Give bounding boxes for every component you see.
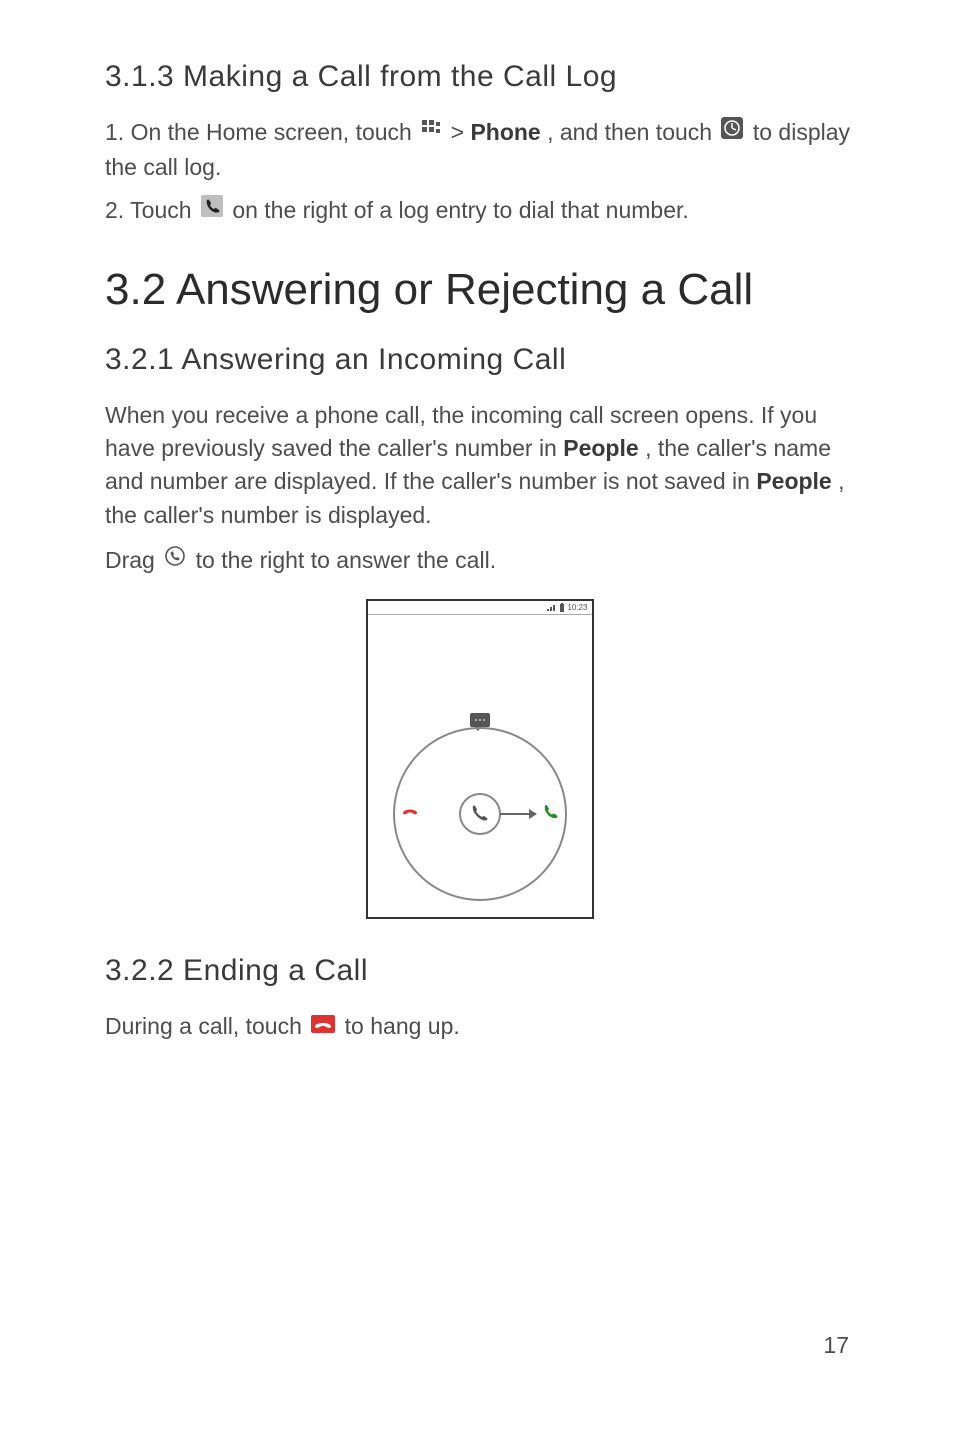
people-label: People [756,468,831,494]
heading-3-2: 3.2 Answering or Rejecting a Call [105,265,854,315]
answer-ring [393,727,567,901]
phone-label: Phone [470,119,540,145]
heading-3-1-3: 3.1.3 Making a Call from the Call Log [105,60,854,94]
drag-arrow-icon [500,813,536,815]
text: to the right to answer the call. [196,547,496,573]
paragraph-3-2-1: When you receive a phone call, the incom… [105,399,854,532]
drag-instruction: Drag to the right to answer the call. [105,544,854,579]
text: on the right of a log entry to dial that… [232,197,688,223]
text: > [451,119,471,145]
text: 1. On the Home screen, touch [105,119,418,145]
heading-3-2-2: 3.2.2 Ending a Call [105,954,854,988]
dial-phone-icon [201,193,223,226]
drag-handle-icon [459,793,501,835]
decline-icon [399,800,421,827]
text: Drag [105,547,161,573]
status-bar: 10:23 [368,601,592,615]
incoming-call-figure: 10:23 [105,599,854,924]
text: to hang up. [345,1013,460,1039]
apps-grid-icon [421,115,441,148]
sms-reject-icon [470,713,490,727]
step-2: 2. Touch on the right of a log entry to … [105,194,854,229]
clock-tab-icon [721,115,743,148]
text: , and then touch [547,119,718,145]
phone-screen: 10:23 [366,599,594,919]
page-number: 17 [823,1332,849,1359]
people-label: People [563,435,638,461]
text: 2. Touch [105,197,198,223]
status-time: 10:23 [567,603,587,612]
signal-icon [547,603,559,612]
answer-icon [539,800,561,827]
paragraph-3-2-2: During a call, touch to hang up. [105,1010,854,1045]
text: During a call, touch [105,1013,308,1039]
heading-3-2-1: 3.2.1 Answering an Incoming Call [105,343,854,377]
hang-up-icon [311,1009,335,1042]
phone-circle-icon [164,543,186,576]
step-1: 1. On the Home screen, touch > Phone , a… [105,116,854,184]
